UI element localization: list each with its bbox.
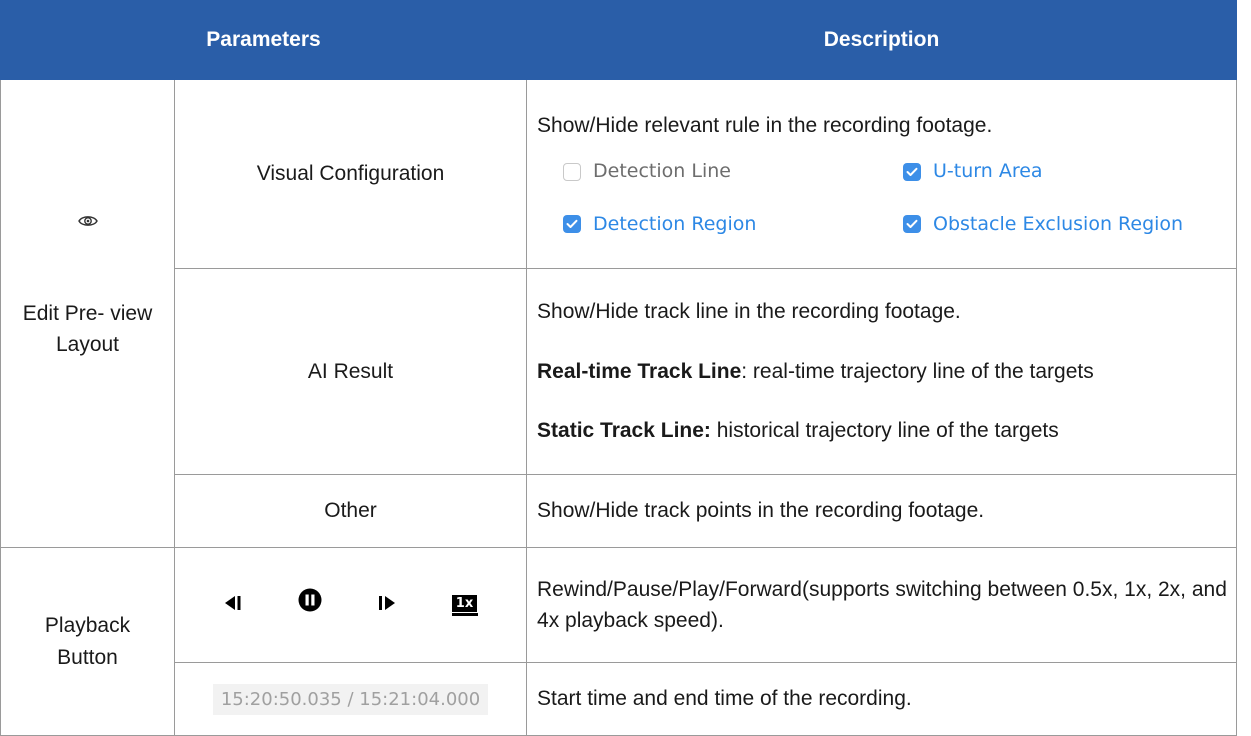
table-row: Playback Button 1x Rewind/Pause/Play/For…	[0, 547, 1238, 736]
unchecked-box-icon	[563, 162, 582, 181]
table-row: Edit Pre- view Layout Visual Configurati…	[0, 79, 1238, 548]
checkbox-label: U-turn Area	[933, 160, 1043, 183]
table-row: AI Result Show/Hide track line in the re…	[1, 268, 1238, 475]
time-display-cell: 15:20:50.035 / 15:21:04.000	[173, 662, 528, 736]
checkbox-label: Detection Region	[593, 212, 757, 235]
other-label: Other	[173, 474, 528, 548]
rule-checkbox-group: Detection Line U-turn Area Detection Reg…	[563, 157, 1228, 238]
table-row: Other Show/Hide track points in the reco…	[1, 474, 1238, 548]
u-turn-area-checkbox[interactable]: U-turn Area	[903, 157, 1203, 186]
checkmark-icon	[903, 162, 922, 181]
parameter-table: Parameters Description Edit Pre- view La…	[0, 0, 1238, 736]
ai-result-label: AI Result	[173, 268, 528, 475]
header-description: Description	[526, 0, 1238, 80]
header-parameters: Parameters	[0, 0, 528, 80]
eye-icon	[77, 206, 98, 238]
time-display: 15:20:50.035 / 15:21:04.000	[212, 684, 489, 715]
checkbox-label: Obstacle Exclusion Region	[933, 212, 1184, 235]
visual-configuration-description: Show/Hide relevant rule in the recording…	[526, 79, 1238, 269]
playback-button-text: Playback Button	[44, 614, 131, 669]
detection-region-checkbox[interactable]: Detection Region	[563, 210, 903, 239]
time-display-description: Start time and end time of the recording…	[526, 662, 1238, 736]
speed-1x-icon[interactable]: 1x	[451, 594, 478, 616]
checkmark-icon	[903, 215, 922, 233]
playback-button-label: Playback Button	[0, 547, 175, 736]
checkmark-icon	[563, 215, 582, 233]
table-row: 15:20:50.035 / 15:21:04.000 Start time a…	[1, 662, 1238, 736]
ai-result-description: Show/Hide track line in the recording fo…	[526, 268, 1238, 475]
other-description: Show/Hide track points in the recording …	[526, 474, 1238, 548]
speed-label: 1x	[451, 594, 478, 612]
edit-preview-layout-label: Edit Pre- view Layout	[22, 301, 153, 357]
rewind-icon[interactable]	[224, 589, 242, 621]
static-track-line-text: Static Track Line: historical trajectory…	[537, 415, 1228, 447]
obstacle-exclusion-region-checkbox[interactable]: Obstacle Exclusion Region	[903, 210, 1203, 239]
table-header-row: Parameters Description	[0, 0, 1238, 80]
realtime-track-line-def: : real-time trajectory line of the targe…	[741, 359, 1094, 383]
speed-underline	[451, 612, 478, 616]
playback-buttons-description: Rewind/Pause/Play/Forward(supports switc…	[526, 547, 1238, 663]
realtime-track-line-term: Real-time Track Line	[537, 359, 742, 383]
ai-result-line1: Show/Hide track line in the recording fo…	[537, 300, 961, 324]
playback-icons-cell: 1x	[173, 547, 528, 663]
detection-line-checkbox[interactable]: Detection Line	[563, 157, 903, 186]
play-icon[interactable]	[378, 589, 396, 621]
pause-icon[interactable]	[298, 588, 322, 622]
edit-preview-layout-cell: Edit Pre- view Layout	[0, 79, 175, 548]
static-track-line-term: Static Track Line:	[537, 419, 711, 443]
static-track-line-def: historical trajectory line of the target…	[710, 419, 1059, 443]
realtime-track-line-text: Real-time Track Line: real-time trajecto…	[537, 356, 1228, 388]
visual-configuration-label: Visual Configuration	[173, 79, 528, 269]
visual-configuration-text: Show/Hide relevant rule in the recording…	[537, 113, 993, 137]
checkbox-label: Detection Line	[593, 160, 731, 183]
